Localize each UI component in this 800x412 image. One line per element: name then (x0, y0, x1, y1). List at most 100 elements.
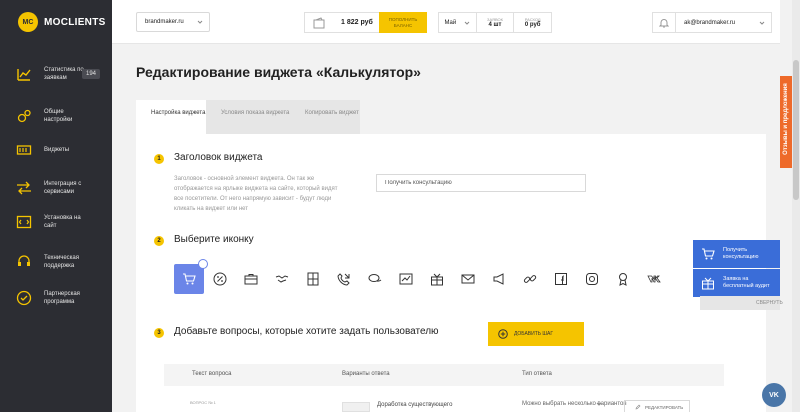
icon-option-calculator[interactable] (298, 264, 328, 294)
icon-option-cart[interactable] (174, 259, 208, 294)
page-title: Редактирование виджета «Калькулятор» (136, 64, 421, 80)
column-header-question: Текст вопроса (192, 371, 232, 377)
edit-question-label: РЕДАКТИРОВАТЬ (645, 404, 684, 410)
questions-table-header: Текст вопроса Варианты ответа Тип ответа (164, 364, 724, 386)
icon-option-briefcase[interactable] (236, 264, 266, 294)
icon-option-award[interactable] (608, 264, 638, 294)
icon-option-handshake[interactable] (267, 264, 297, 294)
widget-editor-card: 1 Заголовок виджета Заголовок - основной… (136, 134, 766, 412)
site-select[interactable]: brandmaker.ru (136, 12, 210, 32)
facebook-icon (555, 273, 567, 285)
chart-icon (17, 69, 31, 81)
feedback-tab[interactable]: Отзывы и предложения (780, 76, 792, 168)
title-description: Заголовок - основной элемент виджета. Он… (174, 176, 338, 212)
step-number: 2 (154, 236, 164, 246)
sidebar-item-statistics[interactable]: Статистика по заявкам 194 (0, 52, 112, 96)
plus-circle-icon (498, 329, 508, 339)
add-step-button[interactable]: ДОБАВИТЬ ШАГ (488, 322, 584, 346)
gears-icon (17, 109, 31, 123)
gift-icon (702, 277, 714, 290)
award-icon (619, 273, 627, 286)
icon-option-envelope[interactable] (453, 264, 483, 294)
add-step-label: ДОБАВИТЬ ШАГ (514, 331, 554, 337)
icon-option-link[interactable] (515, 264, 545, 294)
chart-line-icon (399, 273, 413, 285)
cart-icon (702, 248, 715, 260)
step-title-heading: Заголовок виджета (174, 152, 263, 163)
month-select[interactable]: Май (439, 13, 477, 32)
support-icon (18, 255, 30, 266)
icon-option-instagram[interactable] (577, 264, 607, 294)
logo-mark: MC (18, 12, 38, 32)
tab-copy-widget[interactable]: Копировать виджет (290, 100, 360, 134)
phone-call-icon (337, 273, 350, 286)
edit-question-button[interactable]: РЕДАКТИРОВАТЬ (624, 400, 690, 412)
cart-icon (183, 273, 196, 285)
preview-widget-label: Получить консультацию (723, 247, 759, 260)
top-header: brandmaker.ru 1 822 руб ПОПОЛНИТЬ БАЛАНС… (112, 0, 780, 44)
spent-value: 0 руб (524, 22, 541, 28)
pencil-icon (635, 404, 641, 410)
topup-balance-button[interactable]: ПОПОЛНИТЬ БАЛАНС (379, 12, 427, 33)
chevron-down-icon (759, 21, 765, 25)
icon-option-chart[interactable] (391, 264, 421, 294)
instagram-icon (586, 273, 598, 285)
icon-option-percent[interactable] (205, 264, 235, 294)
tab-widget-settings[interactable]: Настройка виджета (136, 100, 206, 134)
account-email: ak@brandmaker.ru (684, 19, 736, 26)
envelope-icon (461, 274, 475, 284)
preview-widget-consultation[interactable]: Получить консультацию (693, 240, 780, 268)
integration-icon (17, 181, 31, 195)
leads-count-badge: 194 (82, 69, 101, 79)
sidebar-item-install[interactable]: Установка на сайт (0, 200, 112, 244)
install-icon (16, 215, 32, 229)
partner-icon (16, 290, 32, 306)
widget-title-input[interactable] (376, 174, 586, 192)
period-stats: Май ЗАЯВОК 4 шт РАСХОД 0 руб (438, 12, 552, 33)
icon-option-vk[interactable] (639, 264, 669, 294)
sidebar-item-partner[interactable]: Партнерская программа (0, 276, 112, 320)
collapse-preview-button[interactable]: СВЕРНУТЬ (700, 296, 783, 310)
account-menu[interactable]: ak@brandmaker.ru (652, 12, 772, 33)
icon-option-megaphone[interactable] (484, 264, 514, 294)
sidebar-item-label: Партнерская программа (44, 291, 80, 305)
icon-option-gift[interactable] (422, 264, 452, 294)
answer-type-select[interactable]: Можно выбрать несколько вариантов (522, 400, 627, 408)
chevron-down-icon (197, 20, 203, 24)
icon-option-chat[interactable] (360, 264, 390, 294)
site-select-value: brandmaker.ru (145, 19, 184, 25)
handshake-icon (275, 275, 289, 283)
bell-icon[interactable] (659, 18, 669, 28)
column-header-answers: Варианты ответа (342, 371, 390, 377)
spent-stat: РАСХОД 0 руб (514, 13, 551, 32)
sidebar-item-label: Интеграция с сервисами (44, 181, 82, 195)
step-number: 3 (154, 328, 164, 338)
logo[interactable]: MC MOCLIENTS (0, 0, 112, 44)
divider (675, 12, 676, 33)
icon-option-facebook[interactable] (546, 264, 576, 294)
scrollbar-thumb[interactable] (793, 60, 799, 200)
balance-widget: 1 822 руб ПОПОЛНИТЬ БАЛАНС (304, 12, 427, 33)
sidebar-item-label: Установка на сайт (44, 215, 81, 229)
answer-option-text: Доработка существующего (377, 402, 453, 408)
answer-image-thumb (342, 402, 370, 412)
preview-widget-audit[interactable]: Заявка на бесплатный аудит (693, 269, 780, 297)
link-icon (523, 275, 537, 283)
vk-chat-button[interactable]: VK (762, 383, 786, 407)
page-scrollbar[interactable] (792, 0, 800, 412)
leads-stat: ЗАЯВОК 4 шт (477, 13, 515, 32)
gift-icon (431, 273, 443, 286)
chevron-down-icon (596, 402, 602, 406)
chevron-down-icon (464, 21, 470, 25)
icon-option-phone-call[interactable] (329, 264, 359, 294)
widgets-icon (16, 145, 32, 155)
sidebar-item-label: Техническая поддержка (44, 255, 80, 269)
column-header-type: Тип ответа (522, 371, 552, 377)
preview-widget-label: Заявка на бесплатный аудит (723, 276, 770, 289)
tab-display-conditions[interactable]: Условия показа виджета (206, 100, 290, 134)
month-value: Май (444, 19, 457, 26)
chat-icon (368, 274, 382, 282)
vk-icon (647, 275, 661, 283)
step-icon-heading: Выберите иконку (174, 234, 254, 245)
wallet-icon (313, 16, 325, 28)
